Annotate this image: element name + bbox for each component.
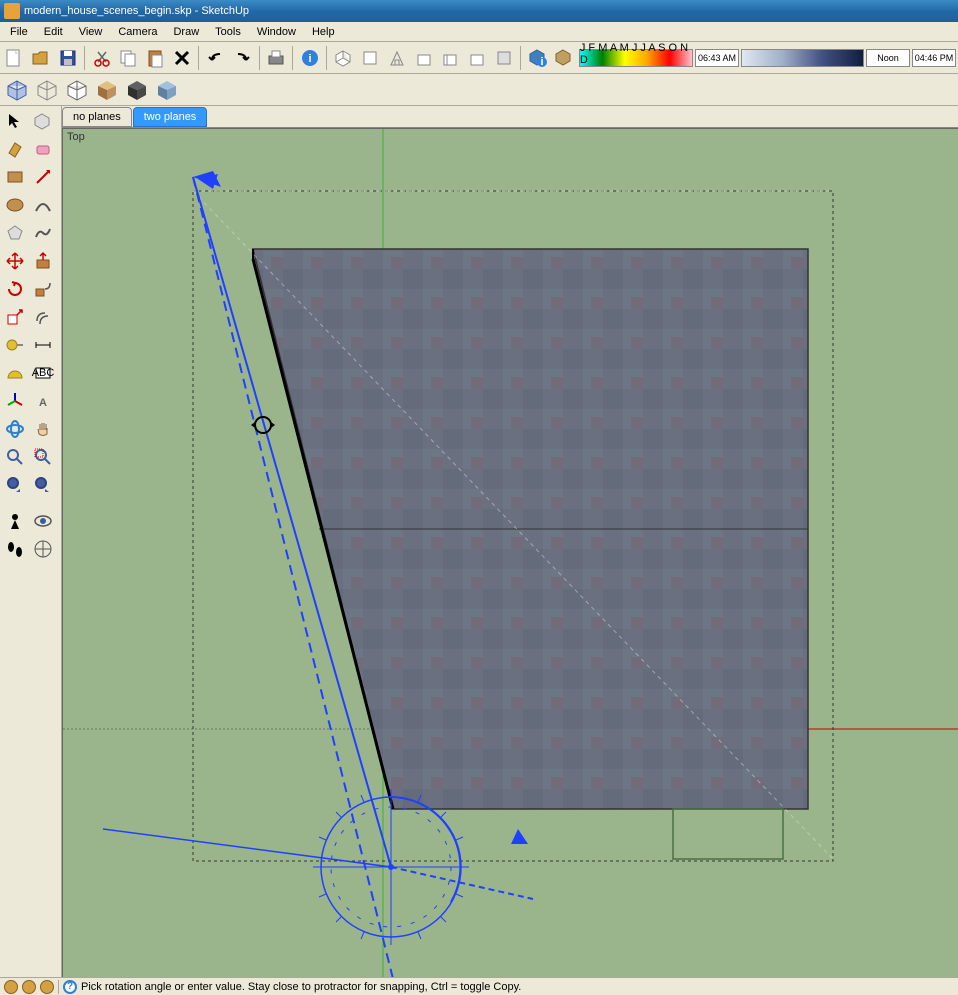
front-view-button[interactable] [385, 44, 410, 72]
eraser-tool[interactable] [30, 136, 56, 162]
cut-button[interactable] [89, 44, 114, 72]
shadow-toggle-button[interactable] [552, 44, 577, 72]
time-noon: Noon [866, 49, 910, 67]
viewport-orientation-label: Top [67, 131, 85, 143]
month-bar[interactable]: J F M A M J J A S O N D [579, 49, 693, 67]
wireframe-button[interactable] [34, 77, 60, 103]
3dtext-tool[interactable]: A [30, 388, 56, 414]
menubar: File Edit View Camera Draw Tools Window … [0, 22, 958, 42]
menu-edit[interactable]: Edit [36, 24, 71, 40]
svg-text:A: A [39, 397, 47, 409]
polygon-tool[interactable] [2, 220, 28, 246]
menu-file[interactable]: File [2, 24, 36, 40]
delete-button[interactable] [170, 44, 195, 72]
style-toolbar [0, 74, 958, 106]
arc-tool[interactable] [30, 192, 56, 218]
paint-tool[interactable] [2, 136, 28, 162]
status-icon-2[interactable] [22, 980, 36, 994]
shaded-button[interactable] [94, 77, 120, 103]
save-button[interactable] [56, 44, 81, 72]
followme-tool[interactable] [30, 276, 56, 302]
undo-button[interactable] [203, 44, 228, 72]
dimension-tool[interactable] [30, 332, 56, 358]
print-button[interactable] [264, 44, 289, 72]
status-text: Pick rotation angle or enter value. Stay… [81, 981, 521, 993]
move-tool[interactable] [2, 248, 28, 274]
zoom-window-tool[interactable] [30, 444, 56, 470]
tape-tool[interactable] [2, 332, 28, 358]
hidden-line-button[interactable] [64, 77, 90, 103]
shadow-info-button[interactable]: i [525, 44, 550, 72]
open-button[interactable] [29, 44, 54, 72]
right-view-button[interactable] [411, 44, 436, 72]
left-view-button[interactable] [465, 44, 490, 72]
menu-draw[interactable]: Draw [165, 24, 207, 40]
model-info-button[interactable]: i [297, 44, 322, 72]
menu-camera[interactable]: Camera [110, 24, 165, 40]
look-around-tool[interactable] [30, 508, 56, 534]
orbit-tool[interactable] [2, 416, 28, 442]
zoom-extents-tool[interactable] [30, 472, 56, 498]
select-tool[interactable] [2, 108, 28, 134]
status-icon-3[interactable] [40, 980, 54, 994]
zoom-previous-tool[interactable] [2, 472, 28, 498]
app-icon [4, 3, 20, 19]
position-camera-tool[interactable] [2, 508, 28, 534]
tab-no-planes[interactable]: no planes [62, 107, 132, 127]
svg-text:i: i [540, 56, 543, 68]
menu-help[interactable]: Help [304, 24, 343, 40]
protractor-gizmo[interactable] [313, 789, 469, 945]
scene-tabs: no planes two planes [62, 106, 958, 128]
section-tool[interactable] [30, 536, 56, 562]
time-start[interactable]: 06:43 AM [695, 49, 739, 67]
text-tool[interactable]: ABC [30, 360, 56, 386]
rectangle-tool[interactable] [2, 164, 28, 190]
walk-tool[interactable] [2, 536, 28, 562]
content-area: ABC A no planes two planes [0, 106, 958, 977]
viewport[interactable]: Top [62, 128, 958, 977]
statusbar: ? Pick rotation angle or enter value. St… [0, 977, 958, 995]
view-button[interactable] [492, 44, 517, 72]
top-view-button[interactable] [358, 44, 383, 72]
line-tool[interactable] [30, 164, 56, 190]
pushpull-tool[interactable] [30, 248, 56, 274]
paste-button[interactable] [143, 44, 168, 72]
monochrome-button[interactable] [154, 77, 180, 103]
help-icon[interactable]: ? [63, 980, 77, 994]
tab-two-planes[interactable]: two planes [133, 107, 208, 127]
circle-tool[interactable] [2, 192, 28, 218]
svg-text:i: i [308, 53, 311, 65]
shaded-textures-button[interactable] [124, 77, 150, 103]
zoom-tool[interactable] [2, 444, 28, 470]
status-icon-1[interactable] [4, 980, 18, 994]
new-button[interactable] [2, 44, 27, 72]
time-slider[interactable] [741, 49, 864, 67]
window-title: modern_house_scenes_begin.skp - SketchUp [24, 5, 249, 17]
menu-view[interactable]: View [71, 24, 111, 40]
protractor-tool[interactable] [2, 360, 28, 386]
copy-button[interactable] [116, 44, 141, 72]
iso-view-button[interactable] [331, 44, 356, 72]
scale-tool[interactable] [2, 304, 28, 330]
time-end[interactable]: 04:46 PM [912, 49, 956, 67]
rotate-tool[interactable] [2, 276, 28, 302]
tool-sidebar: ABC A [0, 106, 62, 977]
axes-tool[interactable] [2, 388, 28, 414]
freehand-tool[interactable] [30, 220, 56, 246]
menu-tools[interactable]: Tools [207, 24, 249, 40]
redo-button[interactable] [230, 44, 255, 72]
model-canvas[interactable] [63, 129, 958, 977]
main-toolbar: i i J F M A M J J A S O N D 06:43 AM Noo… [0, 42, 958, 74]
component-tool[interactable] [30, 108, 56, 134]
back-view-button[interactable] [438, 44, 463, 72]
menu-window[interactable]: Window [249, 24, 304, 40]
svg-text:ABC: ABC [32, 367, 55, 379]
offset-tool[interactable] [30, 304, 56, 330]
xray-button[interactable] [4, 77, 30, 103]
pan-tool[interactable] [30, 416, 56, 442]
titlebar: modern_house_scenes_begin.skp - SketchUp [0, 0, 958, 22]
